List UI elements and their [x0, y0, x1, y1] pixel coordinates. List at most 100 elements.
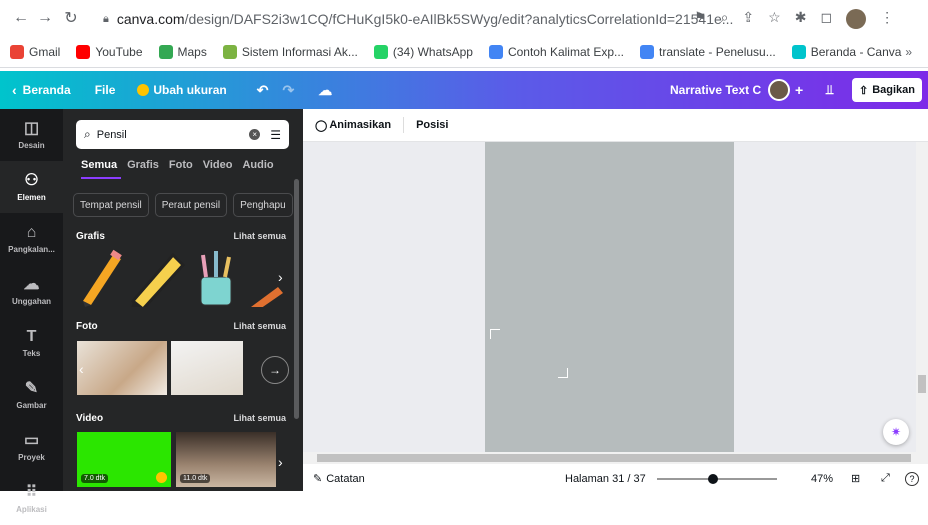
add-collaborator-icon[interactable]: + [795, 82, 803, 98]
fullscreen-icon[interactable]: ⤢ [881, 472, 890, 485]
bookmark-item[interactable]: translate - Penelusu... [640, 44, 776, 59]
forward-arrow-icon[interactable]: → [34, 7, 56, 29]
tab-semua[interactable]: Semua [81, 159, 117, 171]
bookmark-favicon-icon [76, 44, 91, 59]
panel-tabs: Semua Grafis Foto Video Audio [81, 159, 274, 171]
zoom-slider-thumb[interactable] [708, 474, 719, 484]
bookmark-favicon-icon [640, 44, 654, 59]
section-title: Grafis [76, 231, 105, 242]
chevron-right-icon[interactable]: › [278, 269, 283, 285]
home-button[interactable]: Beranda [23, 83, 71, 97]
rail-item-unggahan[interactable]: ☁ Unggahan [0, 265, 63, 317]
suggestion-chip[interactable]: Peraut pensil [154, 193, 228, 217]
cloud-save-icon[interactable]: ☁ [318, 82, 332, 99]
active-tab-indicator [81, 177, 121, 179]
tab-video[interactable]: Video [203, 159, 233, 171]
collaborator-avatar[interactable] [768, 79, 790, 101]
panel-scrollbar[interactable] [294, 179, 299, 419]
pencils-photo[interactable] [77, 341, 167, 395]
rail-item-elemen[interactable]: ⚇ Elemen [0, 161, 63, 213]
search-box[interactable]: ⌕ Pensil × ☰ [76, 120, 289, 149]
pencil-graphic[interactable] [251, 287, 283, 307]
back-arrow-icon[interactable]: ← [10, 7, 32, 29]
suggestion-chip[interactable]: Tempat pensil [73, 193, 149, 217]
rail-item-pangkalan[interactable]: ⌂ Pangkalan... [0, 213, 63, 265]
reload-icon[interactable]: ↻ [60, 7, 82, 29]
bookmark-item[interactable]: Beranda - Canva [791, 44, 902, 59]
bookmark-star-icon[interactable]: ☆ [768, 9, 781, 29]
zoom-slider[interactable] [657, 474, 777, 484]
rail-item-gambar[interactable]: ✎ Gambar [0, 369, 63, 421]
green-screen-video[interactable]: 7.0 dtk [77, 432, 171, 487]
zoom-icon[interactable]: ⌕ [721, 9, 729, 29]
rail-item-proyek[interactable]: ▭ Proyek [0, 421, 63, 473]
vertical-scrollbar[interactable] [916, 142, 928, 452]
design-title[interactable]: Narrative Text C [670, 83, 761, 97]
tab-grafis[interactable]: Grafis [127, 159, 159, 171]
bookmark-label: Sistem Informasi Ak... [241, 44, 358, 59]
rail-icon: ☁ [23, 275, 40, 293]
rail-icon: ▭ [23, 431, 40, 449]
share-button[interactable]: ⇧ Bagikan [852, 78, 922, 102]
bookmark-item[interactable]: Sistem Informasi Ak... [222, 44, 358, 59]
suggestion-chip[interactable]: Penghapu [233, 193, 293, 217]
animate-button[interactable]: Animasikan [329, 119, 391, 131]
url-path: /design/DAFS2i3w1CQ/fCHuKgI5k0-eAIlBk5SW… [184, 11, 734, 27]
chevron-right-icon[interactable]: › [278, 454, 283, 470]
filter-icon[interactable]: ☰ [270, 128, 281, 142]
desk-video[interactable]: 11.0 dtk [176, 432, 276, 487]
sharpener-photo[interactable] [171, 341, 243, 395]
magic-assistant-icon[interactable]: ✷ [883, 419, 909, 445]
next-arrow-icon[interactable]: → [261, 356, 289, 384]
bookmark-label: Gmail [29, 44, 61, 59]
tab-foto[interactable]: Foto [169, 159, 193, 171]
horizontal-scrollbar[interactable] [303, 452, 928, 464]
redo-icon[interactable]: ↷ [282, 82, 294, 99]
design-page[interactable] [485, 142, 734, 452]
analytics-icon[interactable]: ⫫ [826, 82, 833, 98]
resize-button[interactable]: Ubah ukuran [153, 83, 226, 97]
profile-avatar[interactable] [846, 9, 867, 29]
extensions-icon[interactable]: ✱ [795, 9, 807, 29]
chevron-left-icon[interactable]: ‹ [79, 361, 84, 377]
grid-view-icon[interactable]: ⊞ [851, 472, 860, 485]
help-icon[interactable]: ? [905, 471, 919, 486]
see-all-link[interactable]: Lihat semua [233, 321, 286, 332]
rail-item-teks[interactable]: T Teks [0, 317, 63, 369]
rail-item-desain[interactable]: ◫ Desain [0, 109, 63, 161]
pencil-graphic[interactable] [130, 252, 186, 307]
section-title: Video [76, 413, 104, 424]
pencil-graphic[interactable] [83, 249, 122, 307]
page-indicator[interactable]: Halaman 31 / 37 [565, 473, 646, 485]
scroll-thumb[interactable] [317, 454, 911, 462]
undo-icon[interactable]: ↶ [257, 82, 269, 99]
bookmarks-more[interactable]: » [905, 45, 912, 59]
tab-audio[interactable]: Audio [242, 159, 273, 171]
pencil-holder-graphic[interactable] [200, 251, 232, 306]
bookmark-item[interactable]: YouTube [76, 44, 143, 59]
position-button[interactable]: Posisi [416, 119, 448, 131]
rail-item-aplikasi[interactable]: ⠿ Aplikasi [0, 473, 63, 525]
translate-icon[interactable]: ⚑ [694, 9, 707, 29]
scroll-thumb[interactable] [918, 375, 926, 393]
chevron-left-icon[interactable]: ‹ [12, 82, 17, 98]
bookmark-item[interactable]: Contoh Kalimat Exp... [488, 44, 624, 59]
see-all-link[interactable]: Lihat semua [233, 413, 286, 424]
suggestion-chips: Tempat pensil Peraut pensil Penghapu [73, 193, 293, 217]
sidepanel-icon[interactable]: ◻ [820, 9, 832, 29]
see-all-link[interactable]: Lihat semua [233, 231, 286, 242]
bookmark-item[interactable]: Gmail [10, 44, 61, 59]
canvas-area[interactable]: ✷ [303, 142, 916, 452]
url-domain: canva.com [116, 11, 185, 27]
bookmark-label: Beranda - Canva [810, 44, 902, 59]
bookmark-favicon-icon [488, 44, 503, 59]
share-page-icon[interactable]: ⇪ [742, 9, 754, 29]
clear-icon[interactable]: × [249, 129, 261, 140]
bookmark-item[interactable]: Maps [158, 44, 207, 59]
menu-kebab-icon[interactable]: ⋮ [880, 9, 894, 29]
file-menu[interactable]: File [95, 83, 116, 97]
search-input[interactable]: Pensil [97, 129, 250, 141]
notes-button[interactable]: Catatan [326, 473, 365, 485]
bookmark-item[interactable]: (34) WhatsApp [373, 44, 473, 59]
zoom-level[interactable]: 47% [811, 473, 833, 485]
